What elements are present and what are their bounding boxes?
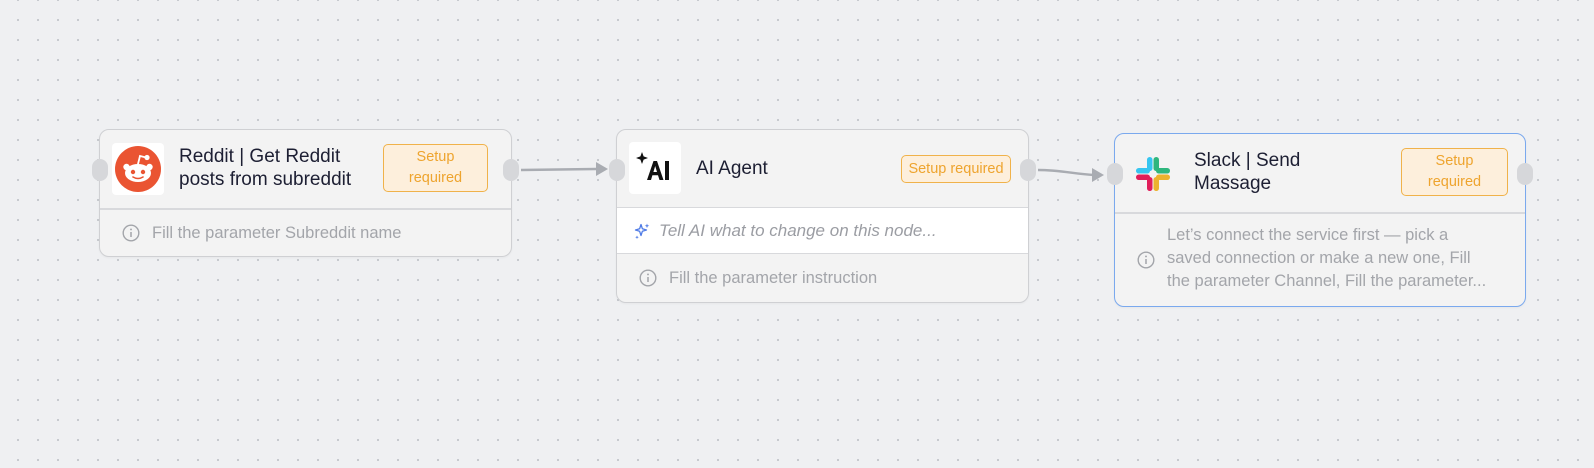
node-footer-text: Let’s connect the service first — pick a… [1167, 224, 1486, 293]
node-title: AI Agent [696, 158, 768, 179]
badge-label: Setup required [908, 160, 1004, 177]
node-title-line: Reddit | Get Reddit [179, 146, 341, 167]
setup-required-badge[interactable]: Setup required [1401, 148, 1508, 196]
badge-label-line: required [1427, 174, 1482, 190]
node-title: Slack | Send Massage [1194, 149, 1300, 195]
node-footer-text: Fill the parameter Subreddit name [152, 223, 402, 242]
edge-ai-to-slack [1037, 168, 1095, 177]
node-title-line: Slack | Send [1194, 150, 1301, 171]
slack-node[interactable]: Slack | Send Massage Setup required Let’… [1107, 133, 1533, 307]
node-title: Reddit | Get Reddit posts from subreddit [179, 145, 351, 191]
setup-required-badge[interactable]: Setup required [383, 144, 488, 192]
node-header: Slack | Send Massage Setup required [1115, 134, 1525, 214]
footer-text-line: the parameter Channel, Fill the paramete… [1167, 272, 1487, 290]
badge-label-line: Setup [1435, 153, 1474, 169]
ai-agent-node[interactable]: AI Agent Setup required Tell AI what to … [609, 129, 1036, 303]
ai-prompt-input[interactable]: Tell AI what to change on this node... [617, 208, 1028, 254]
node-footer-text: Fill the parameter instruction [669, 268, 878, 287]
node-title-line: Massage [1194, 173, 1272, 194]
slack-icon [1127, 148, 1179, 200]
reddit-icon [112, 143, 164, 195]
badge-label-line: required [408, 170, 463, 186]
ai-prompt-placeholder: Tell AI what to change on this node... [659, 220, 937, 240]
node-footer: Fill the parameter instruction [617, 254, 1028, 302]
edge-arrowhead-1 [596, 162, 608, 176]
edge-reddit-to-ai [520, 167, 597, 172]
node-title-line: posts from subreddit [179, 169, 352, 190]
node-footer: Let’s connect the service first — pick a… [1115, 214, 1525, 306]
info-icon [1137, 251, 1155, 269]
footer-text-line: Let’s connect the service first — pick a [1167, 226, 1449, 244]
footer-text-line: saved connection or make a new one, Fill [1167, 249, 1471, 267]
ai-agent-icon [629, 142, 681, 194]
node-header: Reddit | Get Reddit posts from subreddit… [100, 130, 511, 210]
badge-label-line: Setup [416, 149, 455, 165]
info-icon [639, 269, 657, 287]
setup-required-badge[interactable]: Setup required [901, 155, 1011, 183]
sparkle-icon [634, 223, 650, 239]
node-footer: Fill the parameter Subreddit name [100, 210, 511, 256]
edge-arrowhead-2 [1092, 168, 1104, 182]
info-icon [122, 224, 140, 242]
reddit-node[interactable]: Reddit | Get Reddit posts from subreddit… [92, 129, 519, 257]
workflow-canvas[interactable]: Reddit | Get Reddit posts from subreddit… [0, 0, 1594, 468]
node-header: AI Agent Setup required [617, 130, 1028, 208]
